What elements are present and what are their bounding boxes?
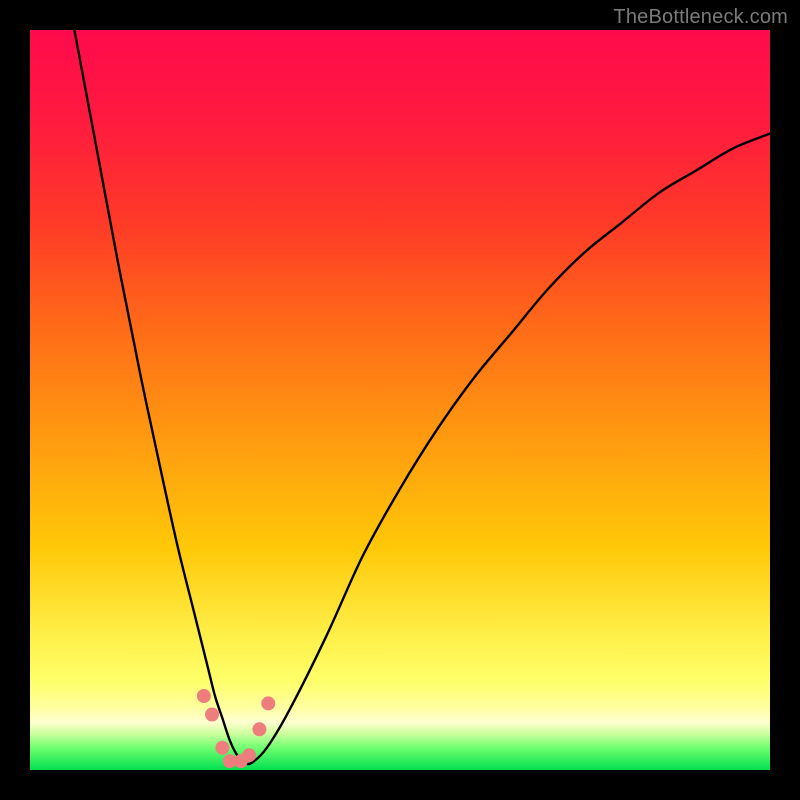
curve-marker [197,689,211,703]
bottleneck-curve [74,30,770,764]
plot-area [30,30,770,770]
curve-marker [205,708,219,722]
chart-frame: TheBottleneck.com [0,0,800,800]
curve-marker [242,748,256,762]
chart-svg [30,30,770,770]
curve-marker [261,696,275,710]
watermark-text: TheBottleneck.com [613,6,788,29]
curve-marker [215,741,229,755]
marker-group [197,689,275,768]
curve-marker [252,722,266,736]
